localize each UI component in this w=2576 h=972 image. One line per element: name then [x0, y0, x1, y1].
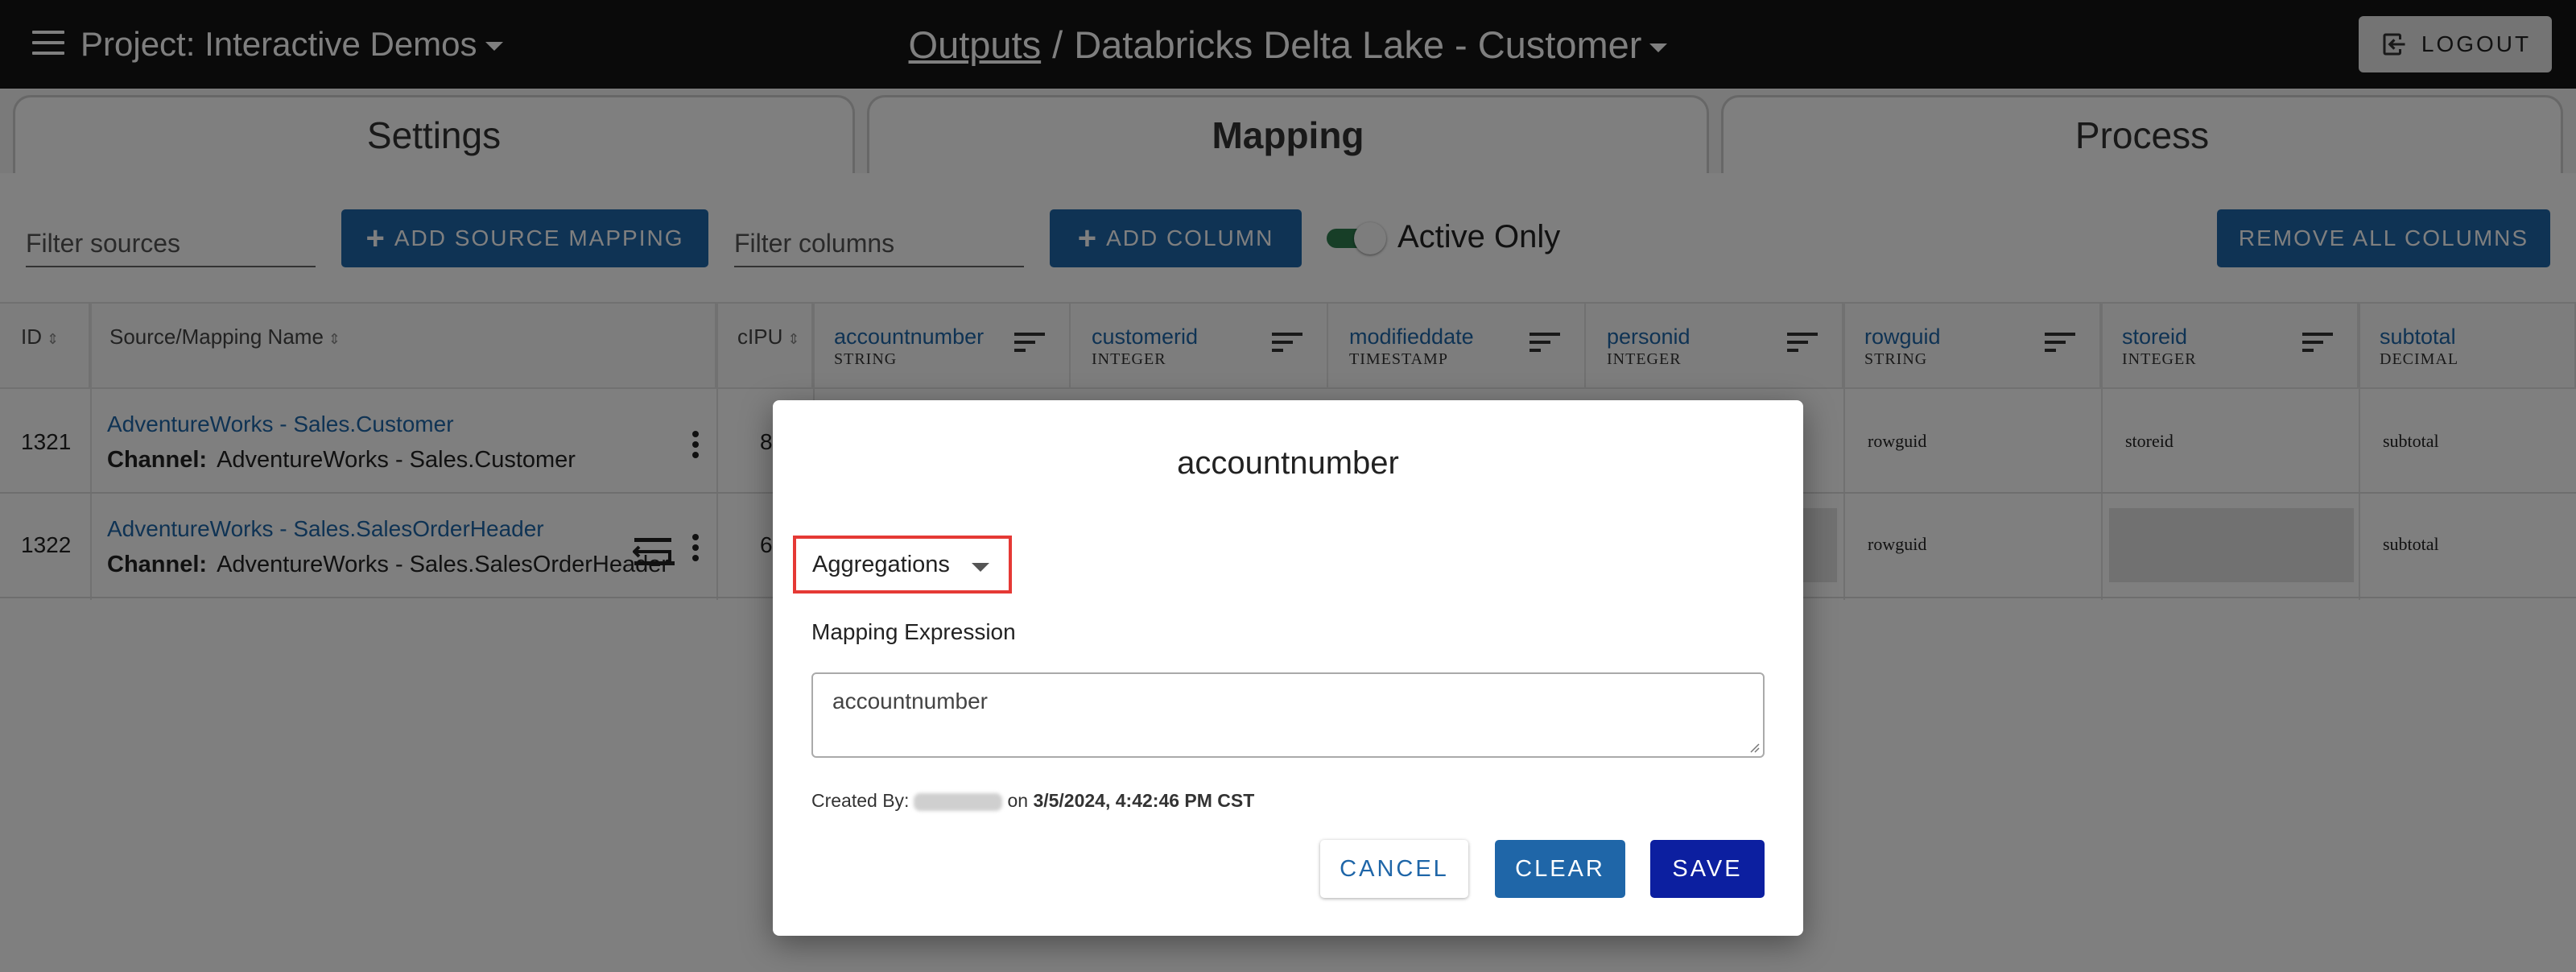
aggregations-dropdown[interactable]: Aggregations [793, 536, 1012, 594]
mapping-expression-label: Mapping Expression [811, 619, 1016, 644]
resize-handle-icon[interactable] [1747, 740, 1760, 753]
created-by-label: Created By: [811, 790, 910, 811]
clear-button[interactable]: CLEAR [1495, 840, 1625, 898]
aggregations-label: Aggregations [812, 551, 950, 577]
mapping-expression-textarea[interactable]: accountnumber [811, 672, 1765, 758]
cancel-button[interactable]: CANCEL [1320, 840, 1468, 898]
created-timestamp: 3/5/2024, 4:42:46 PM CST [1033, 790, 1255, 811]
caret-down-icon [972, 563, 989, 572]
mapping-expression-dialog: accountnumber Aggregations Mapping Expre… [773, 400, 1803, 936]
created-by-info: Created By: on 3/5/2024, 4:42:46 PM CST [811, 790, 1254, 812]
dialog-title: accountnumber [1177, 445, 1399, 481]
created-on-label: on [1007, 790, 1029, 811]
mapping-expression-value: accountnumber [832, 689, 989, 713]
redacted-username [914, 792, 1003, 811]
save-button[interactable]: SAVE [1650, 840, 1765, 898]
